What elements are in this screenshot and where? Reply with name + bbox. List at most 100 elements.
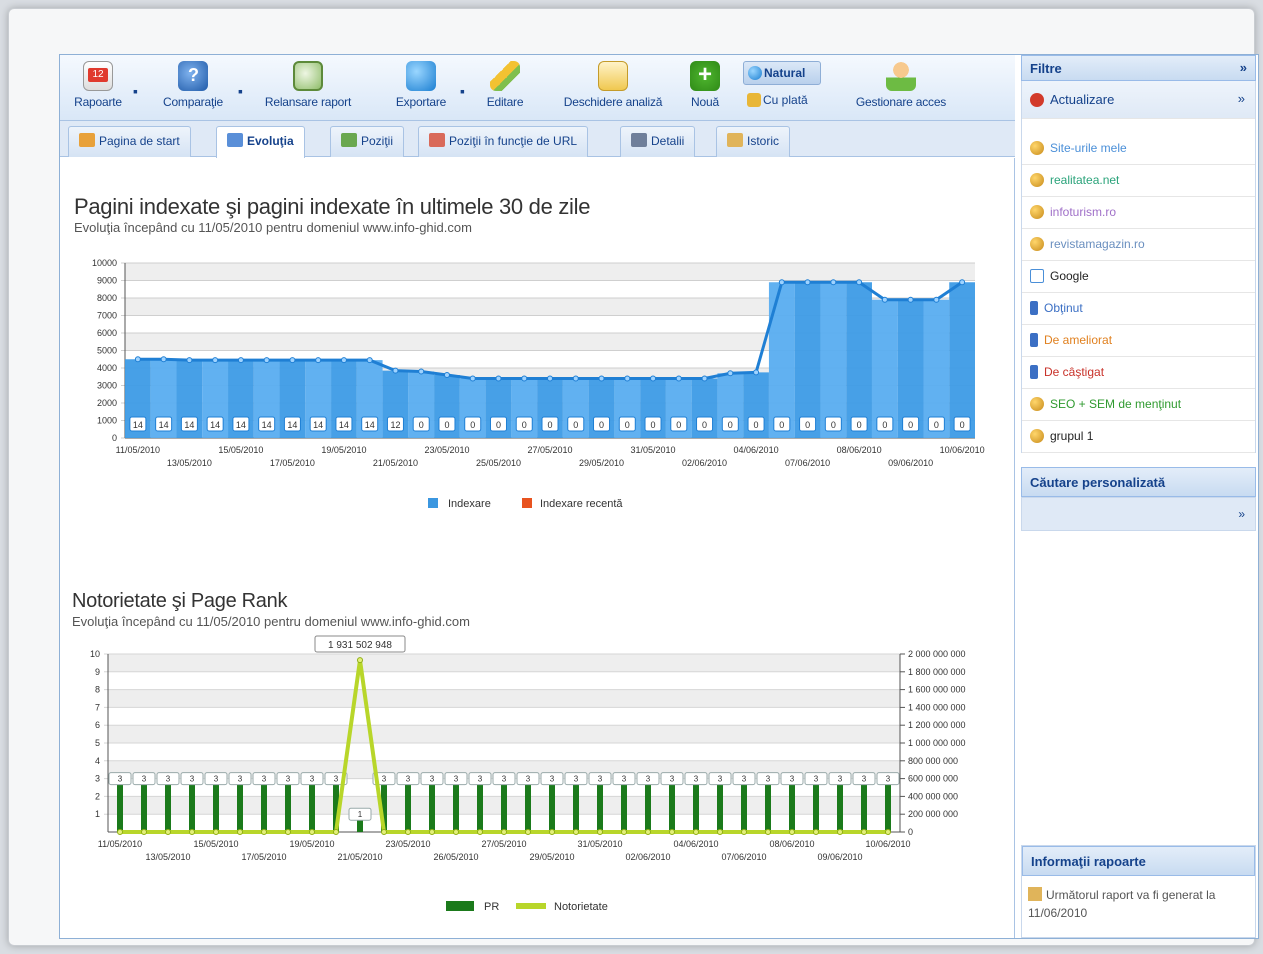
notorietate-point xyxy=(717,829,723,835)
window-frame: Rapoarte ▪ Comparaţie ▪ Relansare raport… xyxy=(8,8,1259,946)
filter-item[interactable]: Site-urile mele xyxy=(1022,133,1255,165)
notorietate-point xyxy=(573,829,579,835)
notorietate-point xyxy=(357,657,363,664)
table-icon xyxy=(341,133,357,147)
custom-search-row[interactable]: » xyxy=(1021,497,1256,531)
x-tick-label: 27/05/2010 xyxy=(527,445,572,455)
money-bag-icon xyxy=(747,93,761,107)
tab-history[interactable]: Istoric xyxy=(716,126,791,157)
google-icon xyxy=(1030,269,1044,283)
paid-toggle[interactable]: Cu plată xyxy=(743,89,821,113)
filter-item-label: grupul 1 xyxy=(1050,429,1094,443)
indexare-point xyxy=(778,279,785,286)
tab-positions-by-url[interactable]: Poziţii în funcţie de URL xyxy=(418,126,589,157)
coin-icon xyxy=(1030,237,1044,251)
x-tick-label: 21/05/2010 xyxy=(373,458,418,468)
coin-icon xyxy=(1030,173,1044,187)
filter-item[interactable]: De câştigat xyxy=(1022,357,1255,389)
expand-icon[interactable]: » xyxy=(1238,507,1245,521)
filter-item-label: realitatea.net xyxy=(1050,173,1120,187)
collapse-icon[interactable]: » xyxy=(1240,60,1247,75)
y-right-tick-label: 0 xyxy=(908,827,913,837)
filters-box: Actualizare » Site-urile mele realitatea.… xyxy=(1021,81,1256,453)
y-right-tick-label: 200 000 000 xyxy=(908,809,958,819)
indexare-point xyxy=(572,375,579,382)
recent-value-label: 0 xyxy=(444,420,449,430)
filter-item-label: De ameliorat xyxy=(1044,333,1113,347)
x-tick-label: 11/05/2010 xyxy=(98,839,142,849)
filter-item[interactable]: Obţinut xyxy=(1022,293,1255,325)
y-right-tick-label: 800 000 000 xyxy=(908,756,958,766)
filters-header[interactable]: Filtre » xyxy=(1021,55,1256,81)
pr-bar xyxy=(165,778,171,832)
pr-value-label: 3 xyxy=(286,775,291,784)
filter-item[interactable]: De ameliorat xyxy=(1022,325,1255,357)
filter-item[interactable]: Google xyxy=(1022,261,1255,293)
filter-item[interactable]: SEO + SEM de menţinut xyxy=(1022,389,1255,421)
new-label: Nouă xyxy=(691,95,719,109)
manage-access-label: Gestionare acces xyxy=(855,95,947,109)
refresh-label: Actualizare xyxy=(1050,92,1115,107)
pr-value-label: 3 xyxy=(166,775,171,784)
recent-value-label: 12 xyxy=(390,420,400,430)
y-right-tick-label: 1 800 000 000 xyxy=(908,667,966,677)
filter-item[interactable]: infoturism.ro xyxy=(1022,197,1255,229)
edit-label: Editare xyxy=(486,95,524,109)
reports-label: Rapoarte xyxy=(74,95,122,109)
app-window: Rapoarte ▪ Comparaţie ▪ Relansare raport… xyxy=(59,54,1259,939)
x-tick-label: 29/05/2010 xyxy=(579,458,624,468)
tab-home[interactable]: Pagina de start xyxy=(68,126,191,157)
reports-button[interactable]: Rapoarte ▪ xyxy=(68,61,138,117)
pr-value-label: 3 xyxy=(670,775,675,784)
x-tick-label: 11/05/2010 xyxy=(116,445,160,455)
pr-bar xyxy=(741,778,747,832)
recent-value-label: 14 xyxy=(339,420,349,430)
manage-access-button[interactable]: Gestionare acces xyxy=(840,61,962,117)
pr-bar xyxy=(837,778,843,832)
y-tick-label: 1 xyxy=(95,809,100,819)
filter-item[interactable]: realitatea.net xyxy=(1022,165,1255,197)
plus-icon xyxy=(690,61,720,91)
new-button[interactable]: Nouă xyxy=(684,61,726,117)
notorietate-point xyxy=(477,829,483,835)
pr-value-label: 3 xyxy=(550,775,555,784)
relaunch-label: Relansare raport xyxy=(264,95,352,109)
y-tick-label: 10000 xyxy=(92,258,117,268)
pr-value-label: 3 xyxy=(526,775,531,784)
legend-label: PR xyxy=(484,901,499,913)
relaunch-report-button[interactable]: Relansare raport xyxy=(252,61,364,117)
filter-item[interactable]: revistamagazin.ro xyxy=(1022,229,1255,261)
recent-value-label: 0 xyxy=(470,420,475,430)
pr-value-label: 3 xyxy=(574,775,579,784)
edit-button[interactable]: Editare xyxy=(475,61,535,117)
filter-item[interactable]: grupul 1 xyxy=(1022,421,1255,453)
notorietate-point xyxy=(309,829,315,835)
notorietate-point xyxy=(765,829,771,835)
chart-icon xyxy=(227,133,243,147)
natural-toggle[interactable]: Natural xyxy=(743,61,821,85)
pr-bar xyxy=(261,778,267,832)
notorietate-point xyxy=(645,829,651,835)
tab-details[interactable]: Detalii xyxy=(620,126,696,157)
pr-value-label: 3 xyxy=(334,775,339,784)
pr-bar xyxy=(669,778,675,832)
open-analysis-button[interactable]: Deschidere analiză xyxy=(550,61,676,117)
notorietate-point xyxy=(669,829,675,835)
indexare-point xyxy=(701,375,708,382)
tab-evolution[interactable]: Evoluţia xyxy=(216,126,305,158)
x-tick-label: 10/06/2010 xyxy=(865,839,910,849)
y-right-tick-label: 1 200 000 000 xyxy=(908,720,966,730)
globe-icon xyxy=(748,66,762,80)
compare-button[interactable]: Comparaţie ▪ xyxy=(153,61,243,117)
pr-bar xyxy=(429,778,435,832)
dropdown-dot-icon: ▪ xyxy=(133,83,138,99)
house-icon xyxy=(79,133,95,147)
pr-value-label: 3 xyxy=(598,775,603,784)
y-right-tick-label: 1 600 000 000 xyxy=(908,685,966,695)
pr-value-label: 3 xyxy=(190,775,195,784)
export-button[interactable]: Exportare ▪ xyxy=(387,61,465,117)
tab-positions[interactable]: Poziţii xyxy=(330,126,405,157)
custom-search-header[interactable]: Căutare personalizată xyxy=(1021,467,1256,497)
refresh-row[interactable]: Actualizare » xyxy=(1022,81,1255,119)
expand-icon[interactable]: » xyxy=(1238,91,1245,106)
